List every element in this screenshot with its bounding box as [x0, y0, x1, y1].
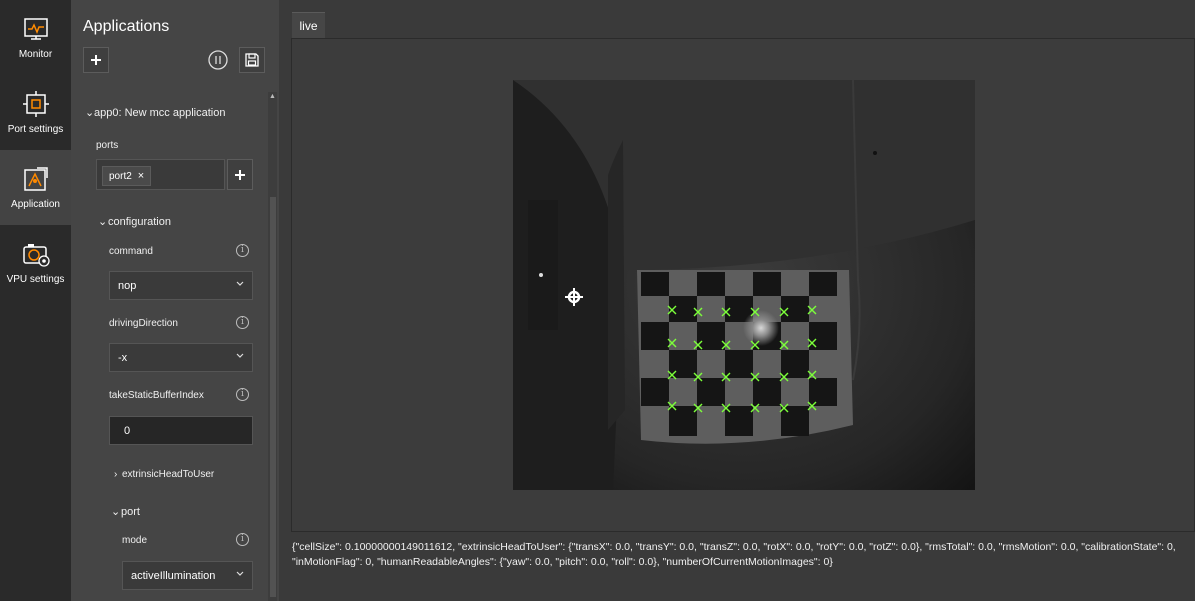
chevron-down-icon	[236, 353, 244, 358]
save-icon	[245, 53, 259, 67]
configuration-label: configuration	[108, 216, 171, 228]
scrollbar-thumb[interactable]	[270, 197, 276, 597]
close-icon[interactable]: ×	[138, 170, 144, 182]
camera-scene	[513, 80, 975, 490]
rail-label-vpu-settings: VPU settings	[6, 274, 65, 285]
add-port-button[interactable]	[227, 159, 253, 190]
application-icon	[23, 167, 48, 191]
info-icon[interactable]: i	[236, 533, 249, 546]
extrinsic-head-to-user-label: extrinsicHeadToUser	[122, 469, 215, 480]
mode-value: activeIllumination	[131, 570, 216, 582]
result-output-text: {"cellSize": 0.10000000149011612, "extri…	[292, 541, 1176, 568]
port-settings-icon	[22, 91, 49, 117]
driving-direction-value: -x	[118, 352, 128, 364]
chevron-right-icon: ›	[114, 469, 118, 480]
applications-panel: Applications ⌄app0: New mcc application …	[71, 0, 279, 601]
save-button[interactable]	[239, 47, 265, 73]
mode-select[interactable]: activeIllumination	[122, 561, 253, 590]
panel-title: Applications	[83, 18, 170, 35]
chevron-down-icon	[236, 571, 244, 576]
take-static-buffer-index-value: 0	[124, 425, 131, 437]
rail-item-monitor[interactable]: Monitor	[0, 0, 71, 75]
chevron-down-icon: ⌄	[111, 506, 121, 518]
info-icon[interactable]: i	[236, 316, 249, 329]
chevron-down-icon	[236, 281, 244, 286]
camera-image	[513, 80, 975, 490]
command-label: command	[109, 246, 153, 257]
add-application-button[interactable]	[83, 47, 109, 73]
plus-icon	[235, 169, 245, 180]
rail-label-monitor: Monitor	[18, 49, 53, 60]
plus-icon	[91, 55, 101, 65]
scroll-up-icon[interactable]: ▲	[268, 92, 277, 101]
pause-button[interactable]	[205, 47, 231, 73]
mode-label: mode	[122, 535, 148, 546]
rail-item-vpu-settings[interactable]: VPU settings	[0, 225, 71, 300]
driving-direction-label: drivingDirection	[109, 318, 178, 329]
port-chip-label: port2	[109, 170, 132, 182]
app-node[interactable]: ⌄app0: New mcc application	[85, 106, 225, 119]
rail-label-port-settings: Port settings	[7, 124, 64, 135]
extrinsic-head-to-user-node[interactable]: › extrinsicHeadToUser	[114, 469, 214, 480]
vpu-settings-icon	[22, 244, 50, 267]
app-node-label: app0: New mcc application	[94, 107, 226, 119]
rail-item-application[interactable]: Application	[0, 150, 71, 225]
pause-icon	[208, 50, 228, 70]
ports-field[interactable]: port2 ×	[96, 159, 225, 190]
rail-label-application: Application	[11, 199, 60, 210]
panel-scrollbar[interactable]: ▲	[268, 92, 277, 601]
port-node-label: port	[121, 506, 140, 518]
chevron-down-icon: ⌄	[98, 216, 108, 228]
tab-live[interactable]: live	[292, 12, 325, 40]
driving-direction-select[interactable]: -x	[109, 343, 253, 372]
monitor-icon	[23, 18, 48, 40]
tab-bar: live	[279, 0, 1195, 40]
info-icon[interactable]: i	[236, 388, 249, 401]
ports-label: ports	[96, 140, 119, 151]
port-node[interactable]: ⌄port	[111, 505, 140, 518]
navigation-rail: Monitor Port settings Application VPU se…	[0, 0, 71, 601]
rail-item-port-settings[interactable]: Port settings	[0, 75, 71, 150]
port-chip: port2 ×	[102, 166, 152, 186]
command-value: nop	[118, 280, 137, 292]
chevron-down-icon: ⌄	[85, 107, 95, 119]
configuration-node[interactable]: ⌄configuration	[98, 215, 171, 228]
take-static-buffer-index-label: takeStaticBufferIndex	[109, 390, 204, 401]
take-static-buffer-index-input[interactable]: 0	[109, 416, 253, 445]
info-icon[interactable]: i	[236, 244, 249, 257]
command-select[interactable]: nop	[109, 271, 253, 300]
